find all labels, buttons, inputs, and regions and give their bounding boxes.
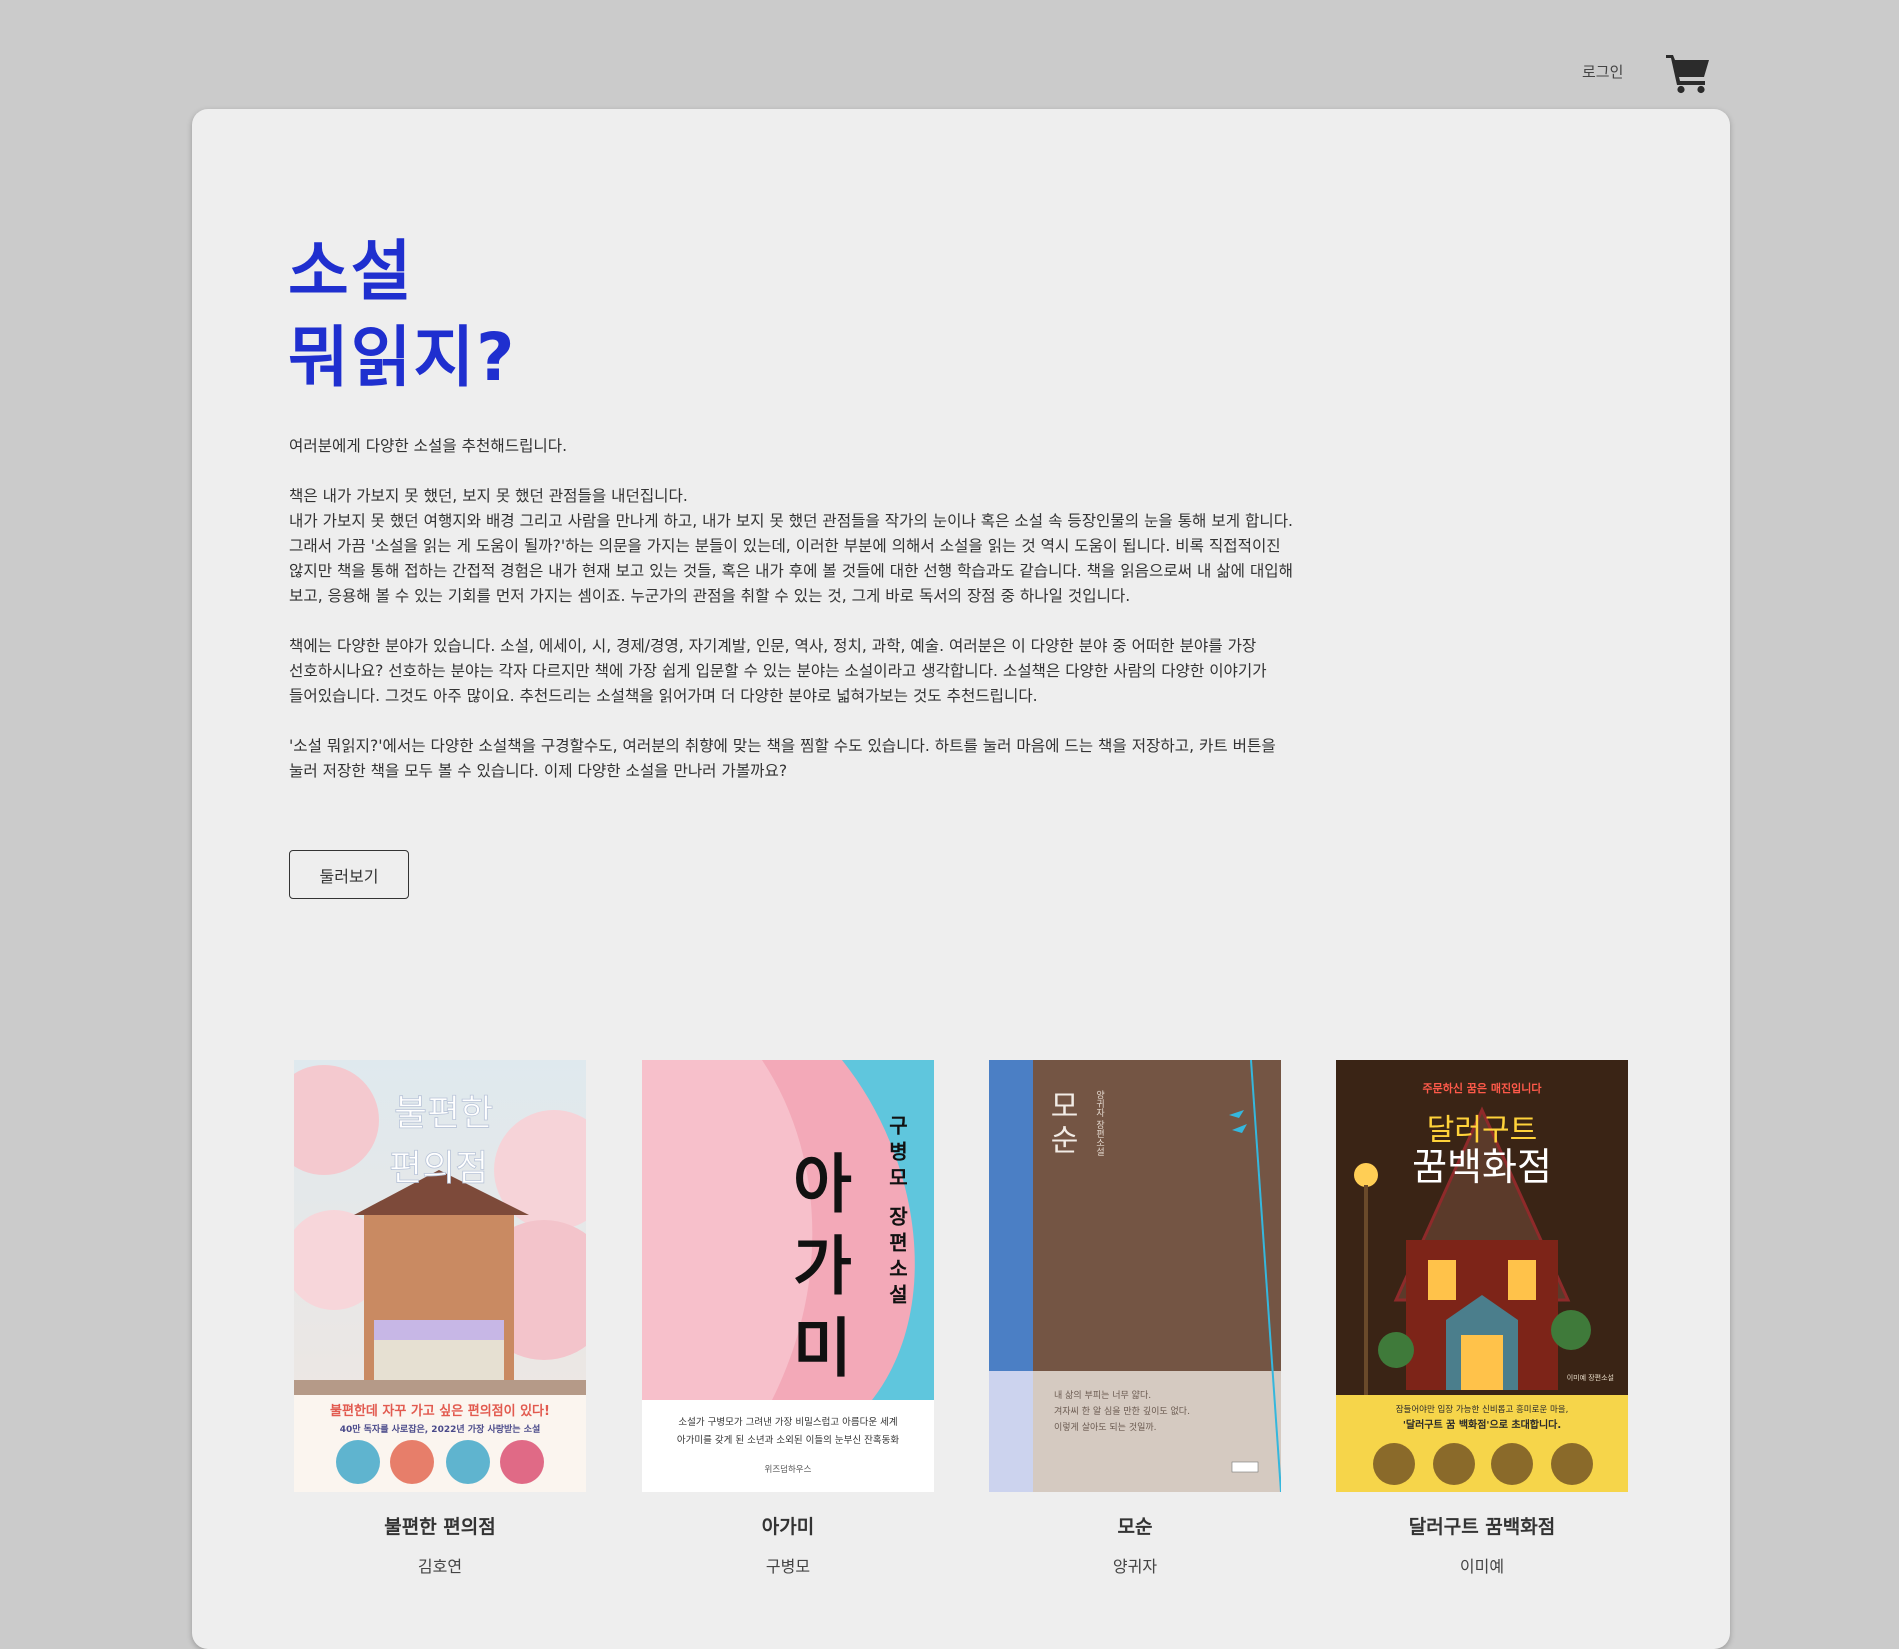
cart-icon bbox=[1666, 55, 1709, 94]
book-title: 아가미 bbox=[761, 1516, 815, 1538]
cover-title-text: 불편한 bbox=[394, 1093, 493, 1134]
book-card[interactable]: 모순 양귀자 장편소설 내 삶의 부피는 너무 얇다. 겨자씨 한 알 심을 만… bbox=[989, 1060, 1281, 1577]
cover-blurb: 소설가 구병모가 그려낸 가장 비밀스럽고 아름다운 세계 bbox=[678, 1416, 897, 1428]
book-author: 김호연 bbox=[417, 1557, 463, 1576]
book-title: 모순 bbox=[1117, 1516, 1153, 1538]
book-card[interactable]: 불편한 편의점 불편한데 자꾸 가고 싶은 편의점이 있다! 40만 독자를 사… bbox=[294, 1060, 586, 1577]
hero-title: 소설 뭐읽지? bbox=[288, 229, 516, 401]
book-title: 달러구트 꿈백화점 bbox=[1408, 1516, 1556, 1538]
intro-paragraph: 책은 내가 가보지 못 했던, 보지 못 했던 관점들을 내던집니다. 내가 가… bbox=[289, 487, 1293, 605]
intro-paragraph: 책에는 다양한 분야가 있습니다. 소설, 에세이, 시, 경제/경영, 자기계… bbox=[289, 637, 1267, 705]
book-cover-image[interactable]: 불편한 편의점 불편한데 자꾸 가고 싶은 편의점이 있다! 40만 독자를 사… bbox=[294, 1060, 586, 1492]
cover-quote: 내 삶의 부피는 너무 얇다. bbox=[1054, 1389, 1151, 1401]
book-author: 양귀자 bbox=[1112, 1557, 1158, 1576]
cover-publisher: 위즈덤하우스 bbox=[765, 1464, 812, 1475]
book-cover-image[interactable]: 모순 양귀자 장편소설 내 삶의 부피는 너무 얇다. 겨자씨 한 알 심을 만… bbox=[989, 1060, 1281, 1492]
cover-title-text: 모순 bbox=[1044, 1090, 1079, 1158]
cover-quote: 겨자씨 한 알 심을 만한 깊이도 없다. bbox=[1054, 1405, 1190, 1417]
book-card[interactable]: 주문하신 꿈은 매진입니다 달러구트 꿈백화점 이미예 장편소설 잠들어야만 입… bbox=[1336, 1060, 1628, 1577]
main-card: 소설 뭐읽지? 여러분에게 다양한 소설을 추천해드립니다. 책은 내가 가보지… bbox=[192, 109, 1730, 1649]
cart-button[interactable] bbox=[1665, 52, 1711, 94]
login-link[interactable]: 로그인 bbox=[1582, 61, 1623, 82]
cover-title-text: 편의점 bbox=[389, 1148, 488, 1189]
hero-title-line2: 뭐읽지? bbox=[288, 319, 517, 396]
cover-title-text: 꿈백화점 bbox=[1412, 1145, 1552, 1189]
cover-tagline: 불편한데 자꾸 가고 싶은 편의점이 있다! bbox=[330, 1403, 550, 1419]
browse-button[interactable]: 둘러보기 bbox=[289, 850, 409, 899]
intro-paragraph: '소설 뭐읽지?'에서는 다양한 소설책을 구경할수도, 여러분의 취향에 맞는… bbox=[289, 737, 1276, 780]
hero-title-line1: 소설 bbox=[288, 233, 414, 310]
cover-blurb: '달러구트 꿈 백화점'으로 초대합니다. bbox=[1403, 1418, 1561, 1431]
book-card[interactable]: 아가미 구병모 장편소설 소설가 구병모가 그려낸 가장 비밀스럽고 아름다운 … bbox=[642, 1060, 934, 1577]
cover-author-line: 이미예 장편소설 bbox=[1567, 1373, 1614, 1382]
cover-quote: 이렇게 살아도 되는 것일까. bbox=[1054, 1422, 1157, 1433]
book-author: 구병모 bbox=[765, 1557, 811, 1576]
cover-blurb: 잠들어야만 입장 가능한 신비롭고 흥미로운 마을, bbox=[1396, 1404, 1569, 1415]
book-author: 이미예 bbox=[1459, 1557, 1505, 1576]
book-cover-image[interactable]: 주문하신 꿈은 매진입니다 달러구트 꿈백화점 이미예 장편소설 잠들어야만 입… bbox=[1336, 1060, 1628, 1492]
cover-subline: 40만 독자를 사로잡은, 2022년 가장 사랑받는 소설 bbox=[340, 1423, 541, 1435]
cover-title-text: 아가미 bbox=[780, 1150, 855, 1396]
top-bar: 로그인 bbox=[0, 0, 1899, 108]
cover-side-text: 양귀자 장편소설 bbox=[1094, 1090, 1104, 1156]
intro-paragraph: 여러분에게 다양한 소설을 추천해드립니다. bbox=[289, 437, 568, 455]
cover-side-text: 구병모 장편소설 bbox=[885, 1115, 909, 1310]
book-cover-image[interactable]: 아가미 구병모 장편소설 소설가 구병모가 그려낸 가장 비밀스럽고 아름다운 … bbox=[642, 1060, 934, 1492]
cover-blurb: 아가미를 갖게 된 소년과 소외된 이들의 눈부신 잔혹동화 bbox=[677, 1434, 899, 1446]
cover-title-text: 달러구트 bbox=[1427, 1113, 1537, 1148]
book-title: 불편한 편의점 bbox=[384, 1516, 496, 1538]
cover-banner: 주문하신 꿈은 매진입니다 bbox=[1423, 1081, 1543, 1095]
intro-text: 여러분에게 다양한 소설을 추천해드립니다. 책은 내가 가보지 못 했던, 보… bbox=[289, 434, 1389, 809]
